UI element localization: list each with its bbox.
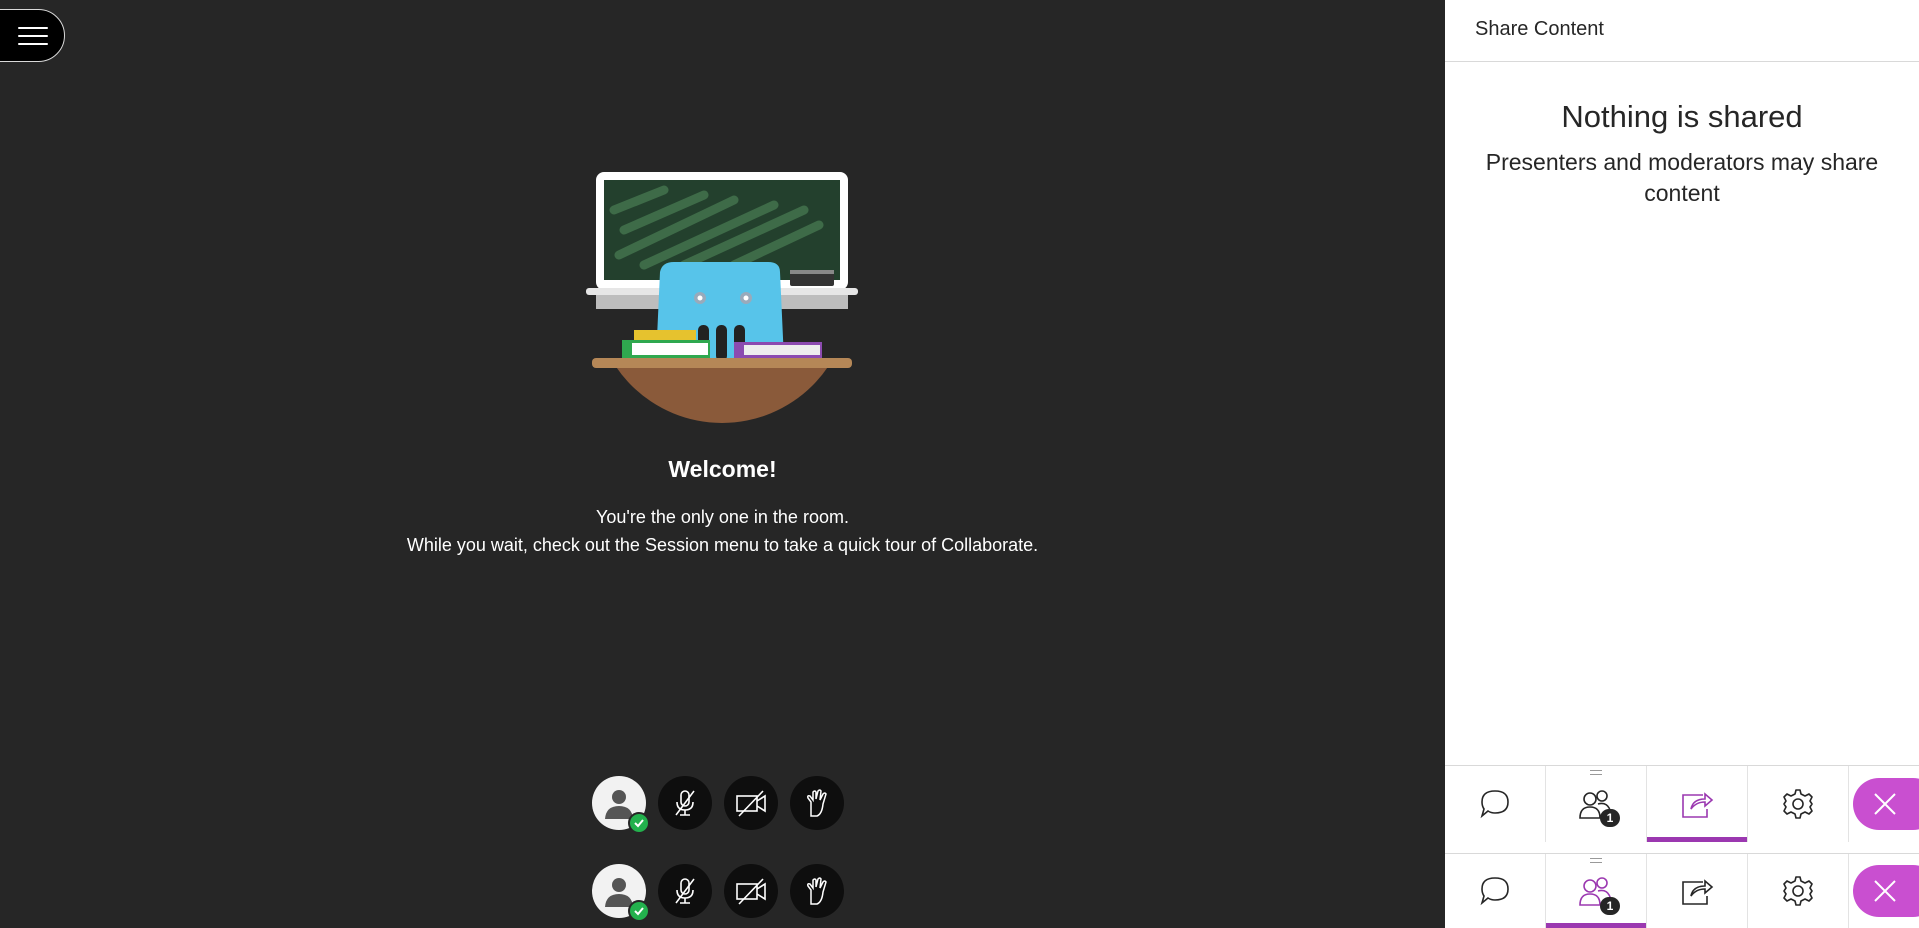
tab-share-content[interactable] [1647, 766, 1748, 842]
drag-handle-icon[interactable] [1590, 770, 1602, 775]
attendee-count-badge: 1 [1600, 897, 1620, 915]
close-icon [1874, 880, 1896, 902]
hamburger-icon [18, 26, 48, 45]
welcome-message-line-2: While you wait, check out the Session me… [406, 535, 1039, 555]
raise-hand-button[interactable] [790, 776, 844, 830]
tab-attendees[interactable]: 1 [1546, 766, 1647, 842]
tab-share-content[interactable] [1647, 854, 1748, 928]
gear-icon [1783, 789, 1813, 819]
microphone-toggle[interactable] [658, 864, 712, 918]
empty-state-subtitle: Presenters and moderators may share cont… [1485, 149, 1879, 206]
camera-toggle[interactable] [724, 776, 778, 830]
share-icon [1682, 792, 1714, 818]
panel-title: Share Content [1445, 0, 1919, 62]
main-stage: Welcome! You're the only one in the room… [0, 0, 1445, 928]
mic-off-icon [675, 878, 695, 904]
check-icon [628, 812, 650, 834]
gear-icon [1783, 876, 1813, 906]
microphone-toggle[interactable] [658, 776, 712, 830]
drag-handle-icon[interactable] [1590, 858, 1602, 863]
session-menu-button[interactable] [0, 9, 65, 62]
chat-icon [1480, 790, 1509, 819]
share-icon [1682, 879, 1714, 905]
media-controls [592, 776, 844, 834]
attendee-count-badge: 1 [1600, 809, 1620, 827]
camera-off-icon [736, 878, 766, 905]
close-panel-button[interactable] [1853, 865, 1919, 917]
panel-tabbar: 1 [1445, 765, 1919, 842]
tab-attendees[interactable]: 1 [1546, 854, 1647, 928]
empty-state-title: Nothing is shared [1561, 99, 1803, 134]
raise-hand-icon [807, 877, 827, 905]
tab-chat[interactable] [1445, 854, 1546, 928]
chat-icon [1480, 877, 1509, 906]
my-status-button[interactable] [592, 864, 650, 922]
classroom-illustration [584, 172, 860, 423]
tab-settings[interactable] [1748, 854, 1849, 928]
panel-tabbar-secondary: 1 [1445, 853, 1919, 928]
camera-off-icon [736, 790, 766, 817]
tab-settings[interactable] [1748, 766, 1849, 842]
mic-off-icon [675, 790, 695, 816]
welcome-title: Welcome! [668, 456, 777, 482]
camera-toggle[interactable] [724, 864, 778, 918]
check-icon [628, 900, 650, 922]
close-icon [1874, 793, 1896, 815]
collaborate-panel: Share Content Nothing is shared Presente… [1445, 0, 1919, 928]
media-controls-secondary [592, 864, 844, 922]
raise-hand-button[interactable] [790, 864, 844, 918]
my-status-button[interactable] [592, 776, 650, 834]
welcome-message-line-1: You're the only one in the room. [596, 507, 849, 527]
raise-hand-icon [807, 789, 827, 817]
tab-chat[interactable] [1445, 766, 1546, 842]
close-panel-button[interactable] [1853, 778, 1919, 830]
